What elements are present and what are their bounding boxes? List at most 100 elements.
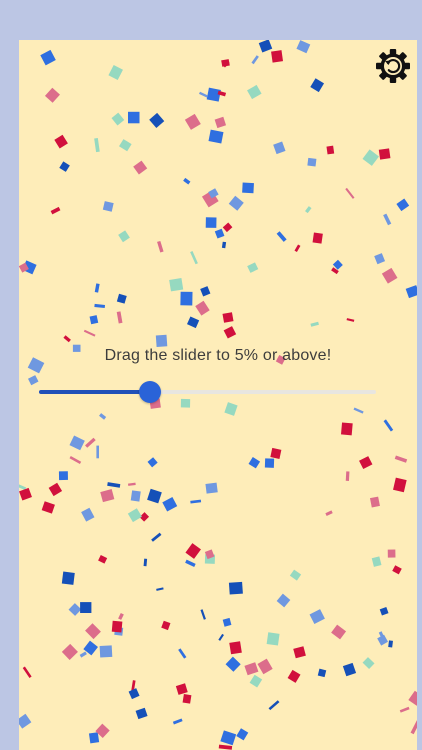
confetti-piece xyxy=(81,507,95,522)
confetti-piece xyxy=(128,111,140,124)
confetti-piece xyxy=(222,312,234,323)
slider-fill xyxy=(39,390,151,394)
confetti-piece xyxy=(326,145,335,155)
confetti-piece xyxy=(228,195,244,211)
confetti-piece xyxy=(225,656,241,672)
confetti-piece xyxy=(369,496,380,508)
confetti-piece xyxy=(305,206,312,214)
confetti-piece xyxy=(393,477,407,493)
confetti-piece xyxy=(185,543,201,559)
puzzle-canvas: Drag the slider to 5% or above! xyxy=(19,40,417,750)
confetti-piece xyxy=(96,445,99,459)
confetti-piece xyxy=(100,489,115,503)
confetti-piece xyxy=(162,497,178,512)
confetti-piece xyxy=(294,244,301,253)
confetti-piece xyxy=(116,293,127,304)
confetti-piece xyxy=(221,241,227,249)
confetti-piece xyxy=(345,187,355,199)
confetti-piece xyxy=(69,456,82,465)
confetti-piece xyxy=(107,482,121,488)
confetti-piece xyxy=(296,40,311,54)
confetti-piece xyxy=(83,329,96,337)
confetti-piece xyxy=(408,690,417,706)
confetti-piece xyxy=(257,658,273,675)
confetti-piece xyxy=(307,157,317,167)
confetti-piece xyxy=(258,40,273,53)
confetti-piece xyxy=(161,620,171,631)
confetti-piece xyxy=(187,316,200,329)
confetti-piece xyxy=(387,549,396,558)
confetti-piece xyxy=(379,606,389,616)
confetti-piece xyxy=(309,609,325,624)
confetti-piece xyxy=(251,55,259,65)
confetti-piece xyxy=(383,213,392,226)
confetti-piece xyxy=(190,251,198,265)
confetti-piece xyxy=(94,138,100,153)
confetti-piece xyxy=(79,651,87,658)
confetti-piece xyxy=(68,603,82,616)
confetti-piece xyxy=(200,609,206,620)
confetti-piece xyxy=(236,728,249,741)
confetti-piece xyxy=(353,407,364,414)
confetti-piece xyxy=(151,532,162,542)
instruction-text: Drag the slider to 5% or above! xyxy=(104,347,332,364)
confetti-piece xyxy=(116,311,123,324)
confetti-piece xyxy=(85,437,96,448)
confetti-piece xyxy=(85,623,101,640)
settings-button[interactable] xyxy=(375,48,411,84)
confetti-piece xyxy=(185,559,196,567)
confetti-piece xyxy=(130,490,141,502)
confetti-piece xyxy=(342,662,357,677)
confetti-piece xyxy=(340,422,353,436)
confetti-piece xyxy=(276,231,287,242)
confetti-piece xyxy=(293,646,306,659)
confetti-piece xyxy=(346,318,355,322)
confetti-piece xyxy=(44,87,60,103)
confetti-piece xyxy=(50,206,61,215)
confetti-piece xyxy=(222,617,232,627)
confetti-piece xyxy=(270,447,282,459)
confetti-piece xyxy=(28,375,39,386)
confetti-piece xyxy=(61,571,75,585)
confetti-piece xyxy=(156,587,164,591)
confetti-piece xyxy=(63,335,71,343)
confetti-piece xyxy=(396,198,410,212)
percentage-slider[interactable] xyxy=(39,381,376,403)
confetti-piece xyxy=(377,634,388,646)
confetti-piece xyxy=(180,291,193,306)
confetti-piece xyxy=(22,666,32,679)
confetti-piece xyxy=(244,662,259,676)
confetti-piece xyxy=(172,718,183,725)
confetti-piece xyxy=(155,334,168,348)
confetti-piece xyxy=(271,50,284,63)
confetti-piece xyxy=(221,59,230,67)
confetti-piece xyxy=(149,112,165,128)
confetti-piece xyxy=(19,713,32,729)
confetti-piece xyxy=(200,286,211,297)
confetti-piece xyxy=(157,240,164,253)
confetti-piece xyxy=(190,499,202,504)
confetti-piece xyxy=(195,300,210,316)
confetti-piece xyxy=(199,91,208,98)
confetti-piece xyxy=(111,620,123,633)
confetti-piece xyxy=(247,84,262,100)
confetti-piece xyxy=(169,278,184,292)
confetti-piece xyxy=(80,602,92,613)
confetti-piece xyxy=(383,419,394,432)
confetti-piece xyxy=(287,669,301,683)
confetti-piece xyxy=(276,593,291,608)
confetti-piece xyxy=(394,455,408,463)
confetti-piece xyxy=(223,326,237,339)
confetti-piece xyxy=(362,657,375,670)
confetti-piece xyxy=(178,648,187,659)
confetti-piece xyxy=(317,668,327,678)
confetti-piece xyxy=(127,482,136,486)
confetti-piece xyxy=(374,253,386,265)
slider-thumb[interactable] xyxy=(139,381,162,403)
confetti-piece xyxy=(371,556,382,567)
confetti-piece xyxy=(264,458,275,468)
confetti-piece xyxy=(310,321,319,327)
confetti-piece xyxy=(19,487,32,501)
confetti-piece xyxy=(182,694,192,704)
confetti-piece xyxy=(183,177,191,185)
